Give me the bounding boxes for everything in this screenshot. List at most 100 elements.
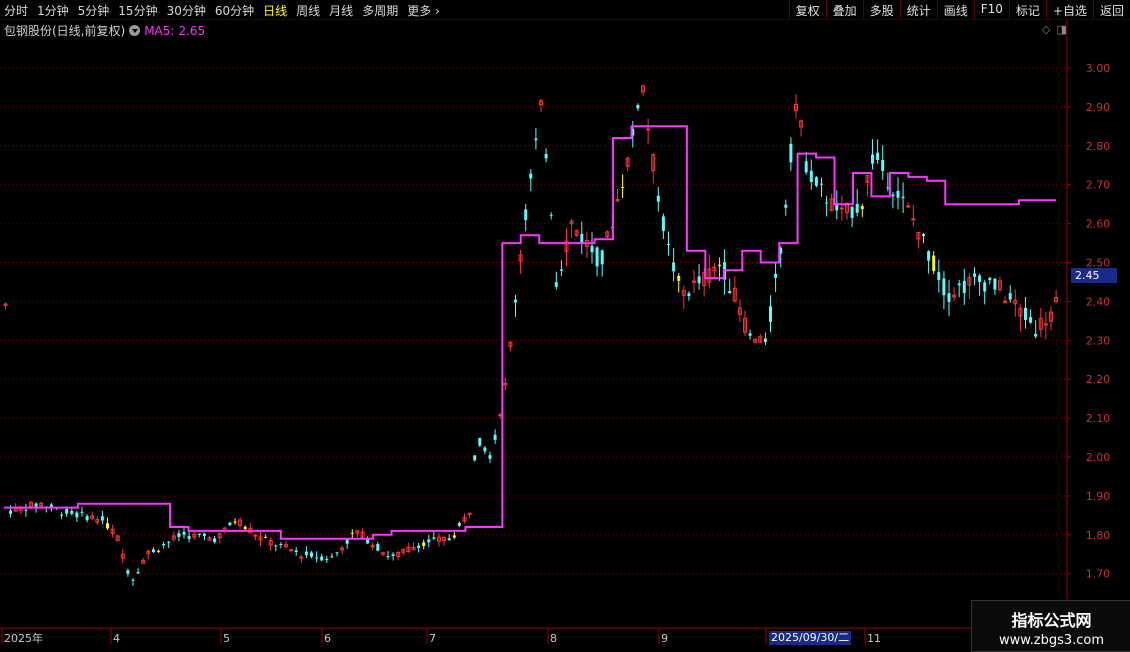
candle-body: [136, 572, 140, 574]
candle-body: [325, 559, 329, 561]
candle-body: [549, 214, 553, 216]
candle-body: [580, 233, 584, 243]
candle-body: [157, 550, 160, 552]
candle-body: [554, 282, 558, 287]
candle-body: [850, 206, 854, 218]
candle-body: [478, 437, 482, 446]
candle-body: [529, 173, 533, 179]
candle-body: [534, 138, 538, 141]
candle-body: [264, 536, 268, 538]
candle-body: [886, 187, 890, 189]
x-tick-label: 8: [550, 632, 557, 645]
candle-body: [417, 545, 421, 548]
y-tick-label: 1.90: [1086, 490, 1111, 503]
candle-body: [177, 533, 181, 537]
candle-body: [784, 204, 788, 208]
candle-body: [294, 550, 298, 552]
y-tick-label: 2.20: [1086, 373, 1111, 386]
candle-body: [162, 543, 166, 546]
candle-body: [24, 509, 28, 511]
candle-body: [804, 161, 808, 173]
candle-body: [452, 535, 456, 538]
y-tick-label: 1.80: [1086, 529, 1111, 542]
candle-body: [911, 218, 916, 221]
candle-body: [422, 542, 426, 546]
candle-body: [809, 170, 813, 183]
candle-body: [839, 207, 844, 210]
ma-value: 2.65: [178, 23, 206, 38]
candle-body: [106, 523, 109, 529]
candle-body: [197, 533, 201, 536]
candle-body: [498, 414, 503, 417]
candle-body: [483, 447, 487, 452]
x-tick-label: 9: [661, 632, 668, 645]
candle-body: [447, 538, 451, 541]
candle-body: [728, 291, 732, 294]
candle-body: [937, 272, 941, 281]
candle-body: [544, 154, 548, 159]
candle-body: [1043, 323, 1048, 326]
candle-body: [748, 333, 752, 336]
candle-body: [289, 549, 294, 552]
candle-body: [386, 556, 390, 558]
candle-body: [881, 159, 885, 171]
candle-body: [906, 205, 911, 208]
x-tick-label: 2025年: [4, 631, 43, 645]
candle-body: [677, 275, 681, 281]
candle-body: [514, 299, 517, 303]
candle-body: [697, 276, 701, 284]
y-tick-label: 2.60: [1086, 218, 1111, 231]
watermark-title: 指标公式网: [1011, 611, 1092, 630]
candle-body: [993, 278, 997, 290]
candle-body: [330, 556, 334, 558]
candle-body: [1008, 293, 1012, 300]
candlestick-chart[interactable]: 3.002.902.802.702.602.502.402.302.202.10…: [0, 0, 1130, 650]
chart-corner-controls: ◇ ◨: [1042, 23, 1067, 36]
candle-body: [473, 455, 477, 461]
x-tick-label: 5: [223, 632, 230, 645]
candle-body: [962, 280, 966, 293]
candle-body: [202, 533, 206, 537]
candle-body: [988, 277, 992, 281]
y-tick-label: 2.00: [1086, 451, 1111, 464]
candle-body: [427, 539, 431, 543]
candle-body: [85, 516, 89, 521]
candle-body: [100, 516, 104, 521]
candle-body: [228, 522, 232, 526]
candle-body: [467, 512, 472, 515]
candle-body: [942, 278, 946, 296]
candle-body: [315, 557, 319, 559]
candle-body: [233, 521, 237, 523]
candle-body: [65, 508, 69, 514]
candle-body: [978, 275, 982, 282]
candle-body: [973, 273, 976, 277]
candle-body: [947, 293, 951, 302]
indicator-dropdown-icon[interactable]: [129, 25, 141, 36]
candle-body: [595, 247, 599, 267]
candle-body: [167, 541, 171, 543]
candle-body: [1034, 333, 1038, 337]
candle-body: [299, 556, 304, 559]
candle-body: [983, 282, 987, 292]
stock-title: 包钢股份(日线,前复权): [4, 24, 126, 38]
current-price-tag: 2.45: [1071, 268, 1117, 283]
ma-label: MA5:: [144, 23, 175, 38]
candle-body: [391, 554, 395, 556]
candle-body: [922, 234, 925, 237]
x-tick-label: 6: [324, 632, 331, 645]
candle-body: [376, 544, 380, 551]
candle-body: [769, 306, 772, 322]
candle-body: [310, 552, 313, 557]
diamond-icon[interactable]: ◇: [1042, 23, 1050, 36]
panel-toggle-icon[interactable]: ◨: [1056, 23, 1066, 36]
candle-body: [871, 154, 874, 164]
x-tick-label: 11: [867, 632, 881, 645]
candle-body: [274, 545, 278, 547]
candle-body: [80, 511, 84, 513]
candle-body: [932, 255, 936, 271]
candle-body: [34, 503, 38, 507]
candle-body: [687, 293, 691, 296]
y-tick-label: 2.70: [1086, 179, 1111, 192]
candle-body: [457, 523, 461, 526]
candle-body: [182, 531, 186, 535]
